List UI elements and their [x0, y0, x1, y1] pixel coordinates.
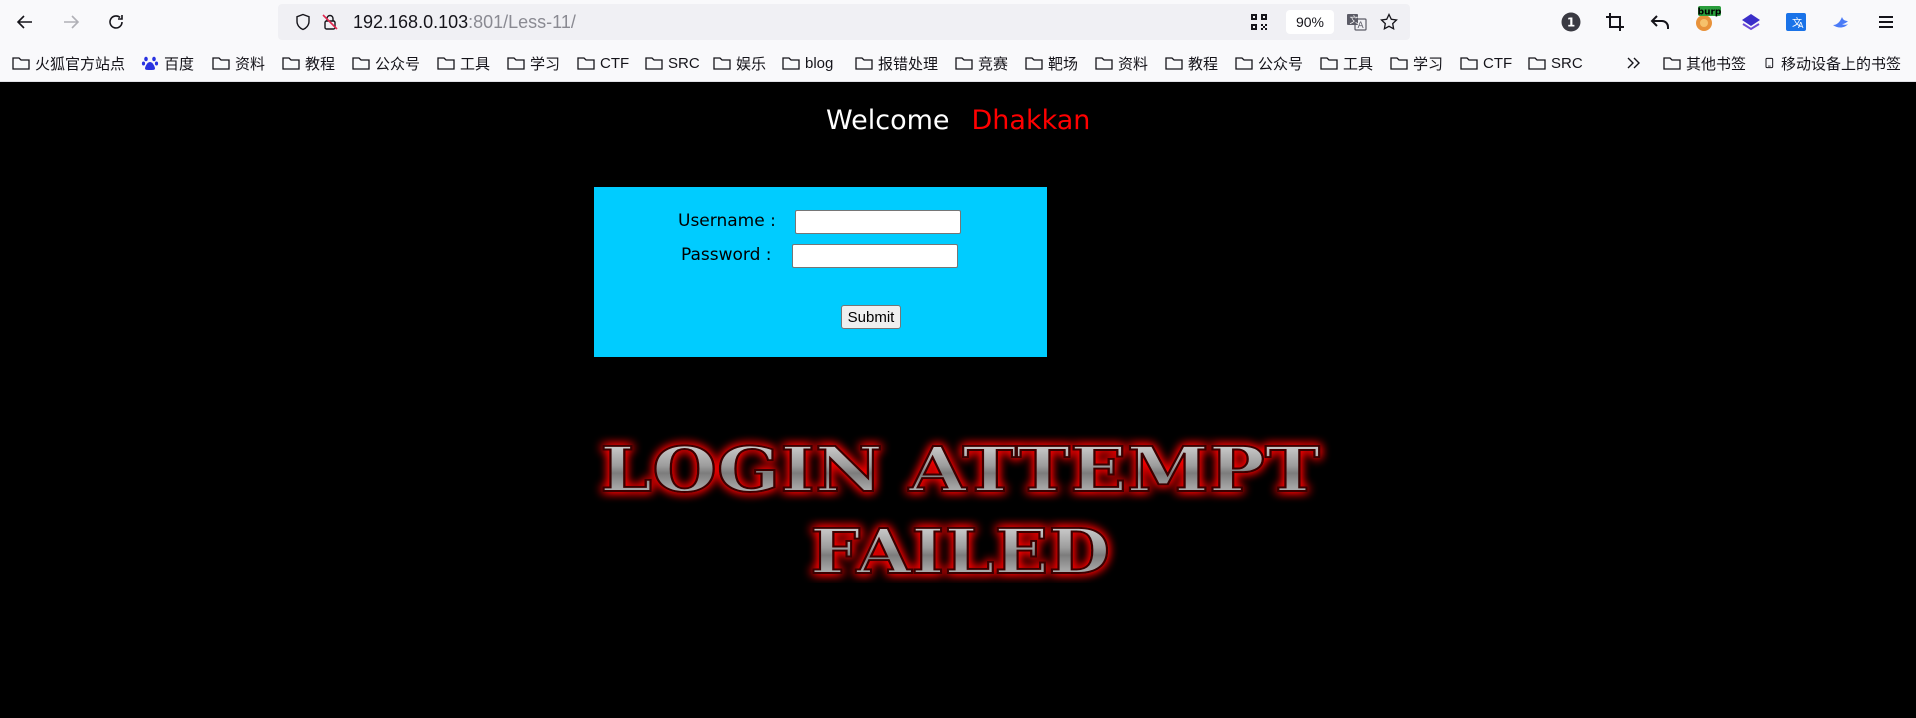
- reload-icon: [109, 15, 123, 29]
- bookmark-item[interactable]: 报错处理: [855, 52, 938, 74]
- bookmark-item[interactable]: 学习: [1390, 52, 1443, 74]
- undo-icon[interactable]: [1648, 10, 1672, 34]
- bookmark-item[interactable]: 工具: [1320, 52, 1373, 74]
- burp-extension-icon[interactable]: burp: [1693, 6, 1721, 34]
- forward-button[interactable]: [57, 8, 85, 36]
- folder-icon: [1025, 57, 1043, 70]
- page-content: Welcome Dhakkan Username : Password : Sub…: [0, 83, 1916, 718]
- bookmark-item[interactable]: blog: [782, 52, 833, 74]
- layers-extension-icon[interactable]: [1739, 10, 1763, 34]
- folder-icon: [1663, 57, 1681, 70]
- bookmark-item[interactable]: 资料: [1095, 52, 1148, 74]
- mobile-bookmarks[interactable]: 移动设备上的书签: [1764, 52, 1901, 74]
- failed-line-2: FAILED: [810, 515, 1110, 583]
- folder-icon: [955, 57, 973, 70]
- bird-extension-icon[interactable]: [1829, 10, 1853, 34]
- bookmark-item[interactable]: 百度: [141, 52, 194, 74]
- bookmark-item[interactable]: 工具: [437, 52, 490, 74]
- bookmark-item[interactable]: 竞赛: [955, 52, 1008, 74]
- folder-icon: [713, 57, 731, 70]
- qr-code-icon[interactable]: [1250, 13, 1268, 31]
- svg-text:1: 1: [1567, 16, 1575, 30]
- bookmarks-bar: 火狐官方站点 百度 资料 教程 公众号 工具 学习 CTF SRC 娱乐 blo…: [0, 44, 1916, 82]
- bookmarks-overflow-button[interactable]: [1625, 52, 1648, 74]
- svg-text:burp: burp: [1698, 8, 1721, 18]
- username-input[interactable]: [795, 210, 961, 234]
- browser-toolbar: 192.168.0.103:801/Less-11/ 90% 文A 1 burp…: [0, 0, 1916, 44]
- bookmark-item[interactable]: CTF: [1460, 52, 1512, 74]
- folder-icon: [1390, 57, 1408, 70]
- bookmark-item[interactable]: 公众号: [1235, 52, 1303, 74]
- user-name: Dhakkan: [971, 105, 1091, 136]
- password-input[interactable]: [792, 244, 958, 268]
- bookmark-item[interactable]: 娱乐: [713, 52, 766, 74]
- svg-text:A: A: [1798, 21, 1804, 30]
- folder-icon: [1528, 57, 1546, 70]
- submit-button[interactable]: Submit: [841, 305, 901, 329]
- folder-icon: [1460, 57, 1478, 70]
- folder-icon: [352, 57, 370, 70]
- bookmark-item[interactable]: 教程: [282, 52, 335, 74]
- folder-icon: [1095, 57, 1113, 70]
- translate-icon[interactable]: 文A: [1346, 13, 1368, 31]
- bookmark-item[interactable]: 资料: [212, 52, 265, 74]
- bookmark-item[interactable]: SRC: [645, 52, 700, 74]
- welcome-heading: Welcome Dhakkan: [826, 105, 1090, 136]
- baidu-paw-icon: [141, 56, 159, 70]
- arrow-right-icon: [64, 15, 80, 29]
- folder-icon: [1235, 57, 1253, 70]
- shield-icon[interactable]: [294, 13, 312, 31]
- back-button[interactable]: [11, 8, 39, 36]
- insecure-lock-icon[interactable]: [321, 13, 339, 31]
- translate-extension-icon[interactable]: 文A: [1784, 10, 1808, 34]
- mobile-device-icon: [1765, 57, 1774, 69]
- folder-icon: [212, 57, 230, 70]
- bookmark-item[interactable]: 教程: [1165, 52, 1218, 74]
- welcome-text: Welcome: [826, 105, 950, 136]
- bookmark-item[interactable]: 靶场: [1025, 52, 1078, 74]
- arrow-left-icon: [16, 15, 32, 29]
- folder-icon: [645, 57, 663, 70]
- crop-icon[interactable]: [1603, 10, 1627, 34]
- login-failed-image: LOGIN ATTEMPT FAILED: [599, 433, 1321, 583]
- folder-icon: [782, 57, 800, 70]
- url-bar[interactable]: 192.168.0.103:801/Less-11/ 90% 文A: [278, 4, 1410, 40]
- zoom-indicator[interactable]: 90%: [1286, 10, 1334, 34]
- failed-line-1: LOGIN ATTEMPT: [600, 433, 1320, 506]
- notification-badge-icon[interactable]: 1: [1559, 10, 1583, 34]
- folder-icon: [507, 57, 525, 70]
- folder-icon: [577, 57, 595, 70]
- bookmark-item[interactable]: SRC: [1528, 52, 1583, 74]
- folder-icon: [437, 57, 455, 70]
- bookmark-item[interactable]: 火狐官方站点: [12, 52, 125, 74]
- folder-icon: [1165, 57, 1183, 70]
- username-label: Username :: [678, 211, 776, 231]
- svg-text:A: A: [1358, 21, 1365, 31]
- chevron-double-right-icon: [1627, 57, 1640, 69]
- login-form: Username : Password : Submit: [594, 187, 1047, 357]
- other-bookmarks[interactable]: 其他书签: [1663, 52, 1746, 74]
- url-text[interactable]: 192.168.0.103:801/Less-11/: [353, 12, 576, 33]
- bookmark-item[interactable]: 学习: [507, 52, 560, 74]
- menu-icon[interactable]: [1874, 10, 1898, 34]
- folder-icon: [1320, 57, 1338, 70]
- folder-icon: [282, 57, 300, 70]
- password-label: Password :: [681, 245, 772, 265]
- reload-button[interactable]: [102, 8, 130, 36]
- folder-icon: [855, 57, 873, 70]
- folder-icon: [12, 57, 30, 70]
- bookmark-item[interactable]: 公众号: [352, 52, 420, 74]
- star-bookmark-icon[interactable]: [1380, 13, 1398, 31]
- bookmark-item[interactable]: CTF: [577, 52, 629, 74]
